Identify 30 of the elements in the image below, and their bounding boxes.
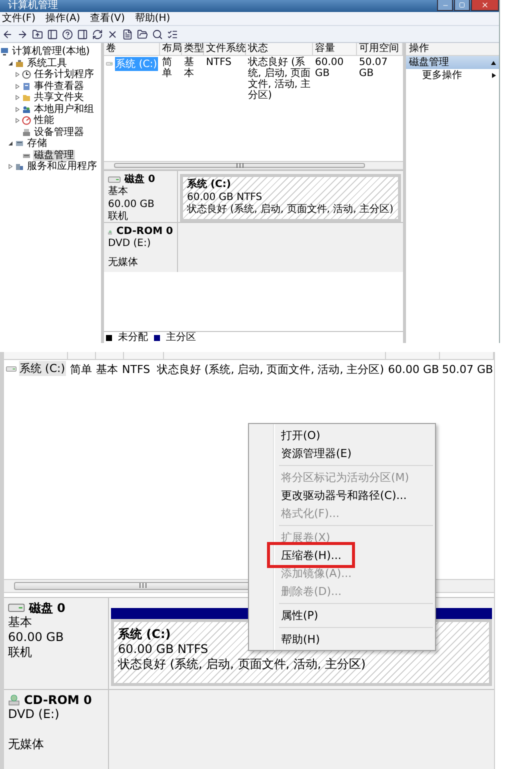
media-status: 无媒体 [8, 736, 45, 752]
table-cell-text: 简单 [161, 56, 173, 80]
legend-label: 未分配 [118, 332, 148, 343]
table-cell-text: 60.00 GB [387, 362, 440, 378]
disk-name: CD-ROM 0 [116, 226, 173, 238]
disk-type: 基本 [108, 186, 129, 198]
table-cell-text: 简单 [69, 362, 93, 378]
disk-size: 60.00 GB [8, 630, 65, 646]
disk-size: 60.00 GB [108, 198, 156, 210]
table-cell-text: 50.07 GB [441, 362, 494, 378]
table-cell-text: 基本 [95, 362, 119, 378]
table-cell-text: 50.07 GB [358, 56, 389, 80]
disk-name: 磁盘 0 [28, 601, 66, 616]
disk-status: 联机 [108, 211, 129, 224]
table-cell-text: 60.00 GB [314, 56, 345, 80]
table-cell-text: NTFS [121, 362, 152, 378]
disk-type: 基本 [8, 615, 33, 630]
actions-header: 操作 [406, 43, 499, 56]
table-cell-text: 基本 [183, 56, 195, 80]
table-cell-text: NTFS [205, 56, 233, 69]
disk-status: 联机 [8, 645, 33, 660]
legend-label: 主分区 [166, 332, 196, 343]
window-title: 计算机管理 [8, 0, 58, 12]
table-cell-text: 状态良好 (系统, 启动, 页面文件, 活动, 主分区) [247, 56, 312, 102]
table-cell-text: 状态良好 (系统, 启动, 页面文件, 活动, 主分区) [156, 362, 385, 378]
disk-name: 磁盘 0 [124, 174, 156, 186]
media-status: 无媒体 [108, 256, 139, 269]
drive-letter: DVD (E:) [8, 707, 60, 722]
drive-letter: DVD (E:) [108, 238, 152, 250]
disk-name: CD-ROM 0 [24, 693, 92, 708]
